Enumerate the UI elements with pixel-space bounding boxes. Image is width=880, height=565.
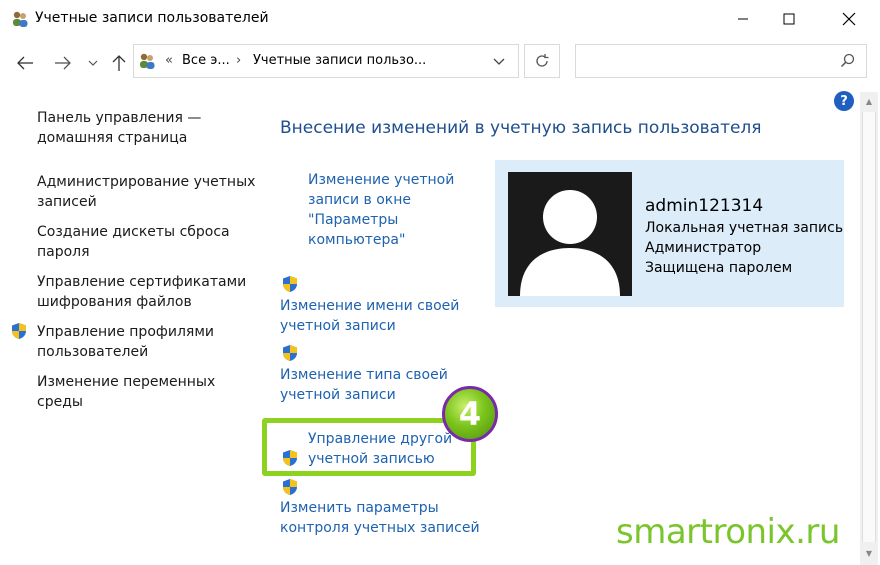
close-icon <box>842 12 856 26</box>
breadcrumb-item[interactable]: Все э... <box>182 53 230 68</box>
refresh-button[interactable] <box>524 44 560 78</box>
address-dropdown-button[interactable] <box>488 52 510 72</box>
window-title: Учетные записи пользователей <box>35 10 269 26</box>
scroll-up-icon[interactable]: ▲ <box>860 92 878 110</box>
minimize-icon <box>738 18 748 20</box>
recent-pages-button[interactable] <box>83 52 103 74</box>
watermark: smartronix.ru <box>616 512 840 552</box>
scrollbar-track[interactable] <box>862 112 876 542</box>
link-change-name[interactable]: Изменение имени своей учетной записи <box>280 296 470 336</box>
arrow-left-icon <box>17 56 33 70</box>
uac-shield-icon <box>281 344 299 362</box>
left-link-env-vars[interactable]: Изменение переменных среды <box>37 372 257 412</box>
up-button[interactable] <box>108 52 130 74</box>
highlight-frame <box>262 418 476 476</box>
control-panel-home-link[interactable]: Панель управления — домашняя страница <box>37 108 257 148</box>
link-pc-settings[interactable]: Изменение учетной записи в окне "Парамет… <box>308 170 478 250</box>
breadcrumb-overflow[interactable]: « <box>165 53 173 68</box>
left-link-manage-accounts[interactable]: Администрирование учетных записей <box>37 172 257 212</box>
user-name: admin121314 <box>645 196 764 216</box>
scroll-down-icon[interactable]: ▼ <box>860 544 878 562</box>
search-icon[interactable] <box>840 53 856 69</box>
link-uac-settings[interactable]: Изменить параметры контроля учетных запи… <box>280 498 480 538</box>
account-type: Локальная учетная запись <box>645 220 844 236</box>
users-icon <box>137 52 157 70</box>
search-input[interactable] <box>575 44 867 78</box>
arrow-right-icon <box>55 56 71 70</box>
uac-shield-icon <box>281 275 299 293</box>
left-link-certificates[interactable]: Управление сертификатами шифрования файл… <box>37 272 257 312</box>
back-button[interactable] <box>14 52 36 74</box>
refresh-icon <box>536 54 549 67</box>
maximize-icon <box>783 13 795 25</box>
uac-shield-icon <box>281 478 299 496</box>
step-number-badge: 4 <box>442 386 498 442</box>
left-link-profiles[interactable]: Управление профилями пользователей <box>37 322 257 362</box>
breadcrumb-item[interactable]: Учетные записи пользо... <box>253 53 426 68</box>
password-status: Защищена паролем <box>645 260 793 276</box>
chevron-down-icon <box>88 60 98 66</box>
arrow-up-icon <box>112 55 126 71</box>
account-role: Администратор <box>645 240 762 256</box>
breadcrumb-separator[interactable]: › <box>236 53 241 68</box>
maximize-button[interactable] <box>766 0 812 38</box>
help-button[interactable]: ? <box>834 91 854 111</box>
page-title: Внесение изменений в учетную запись поль… <box>280 118 762 138</box>
close-button[interactable] <box>826 0 872 38</box>
left-link-reset-disk[interactable]: Создание дискеты сброса пароля <box>37 222 257 262</box>
forward-button[interactable] <box>52 52 74 74</box>
link-change-type[interactable]: Изменение типа своей учетной записи <box>280 365 470 405</box>
chevron-down-icon <box>493 58 505 65</box>
minimize-button[interactable] <box>720 0 766 38</box>
user-avatar-icon <box>508 172 632 296</box>
uac-shield-icon <box>10 322 28 340</box>
users-icon <box>11 10 29 28</box>
